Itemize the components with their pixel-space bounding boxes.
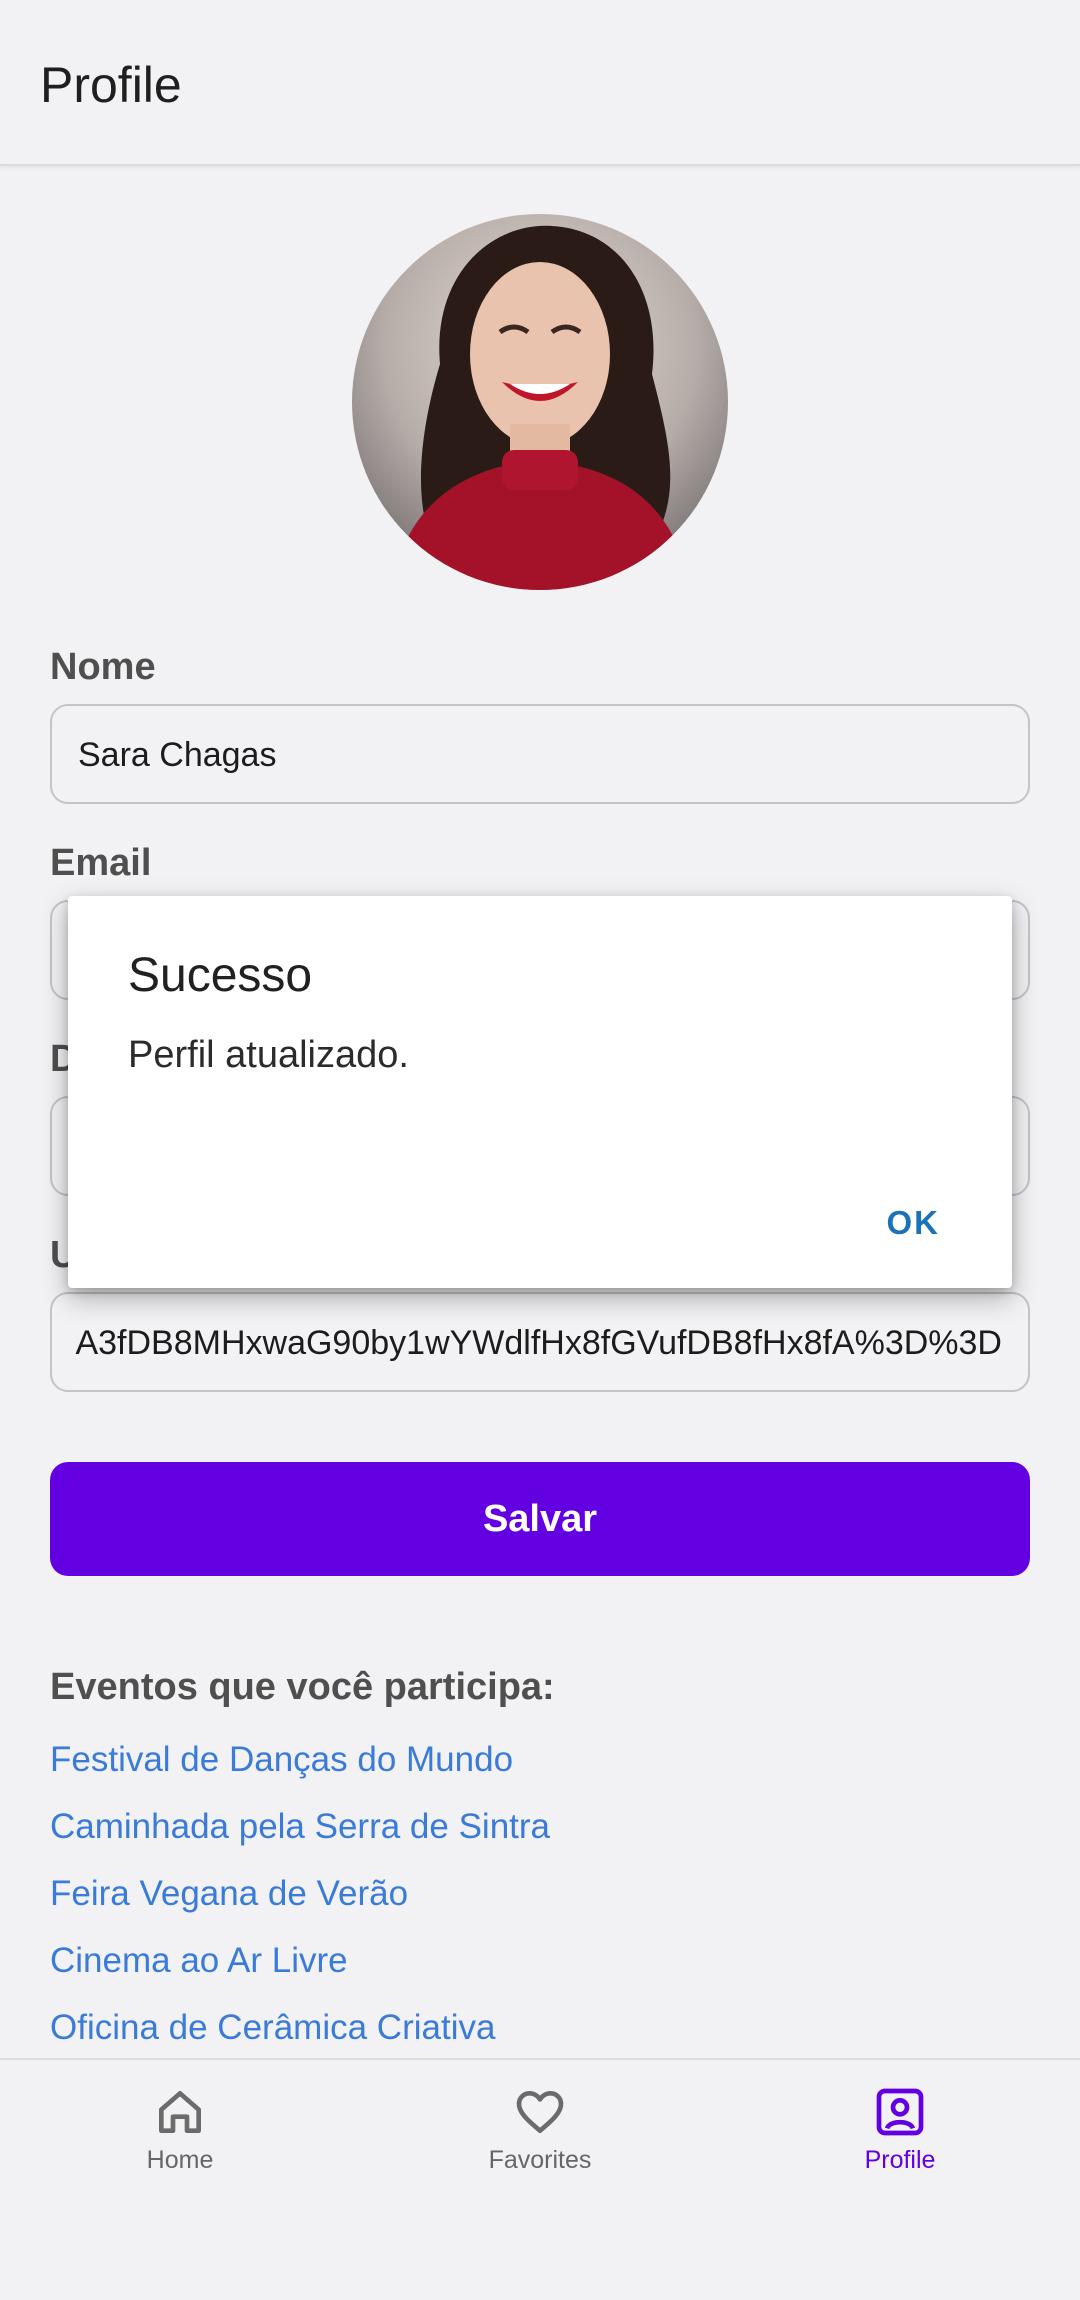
dialog-ok-button[interactable]: OK	[877, 1198, 951, 1248]
dialog-title: Sucesso	[128, 949, 313, 1002]
success-dialog: Sucesso Perfil atualizado. OK	[68, 896, 1012, 1288]
dialog-message: Perfil atualizado.	[128, 1034, 409, 1076]
